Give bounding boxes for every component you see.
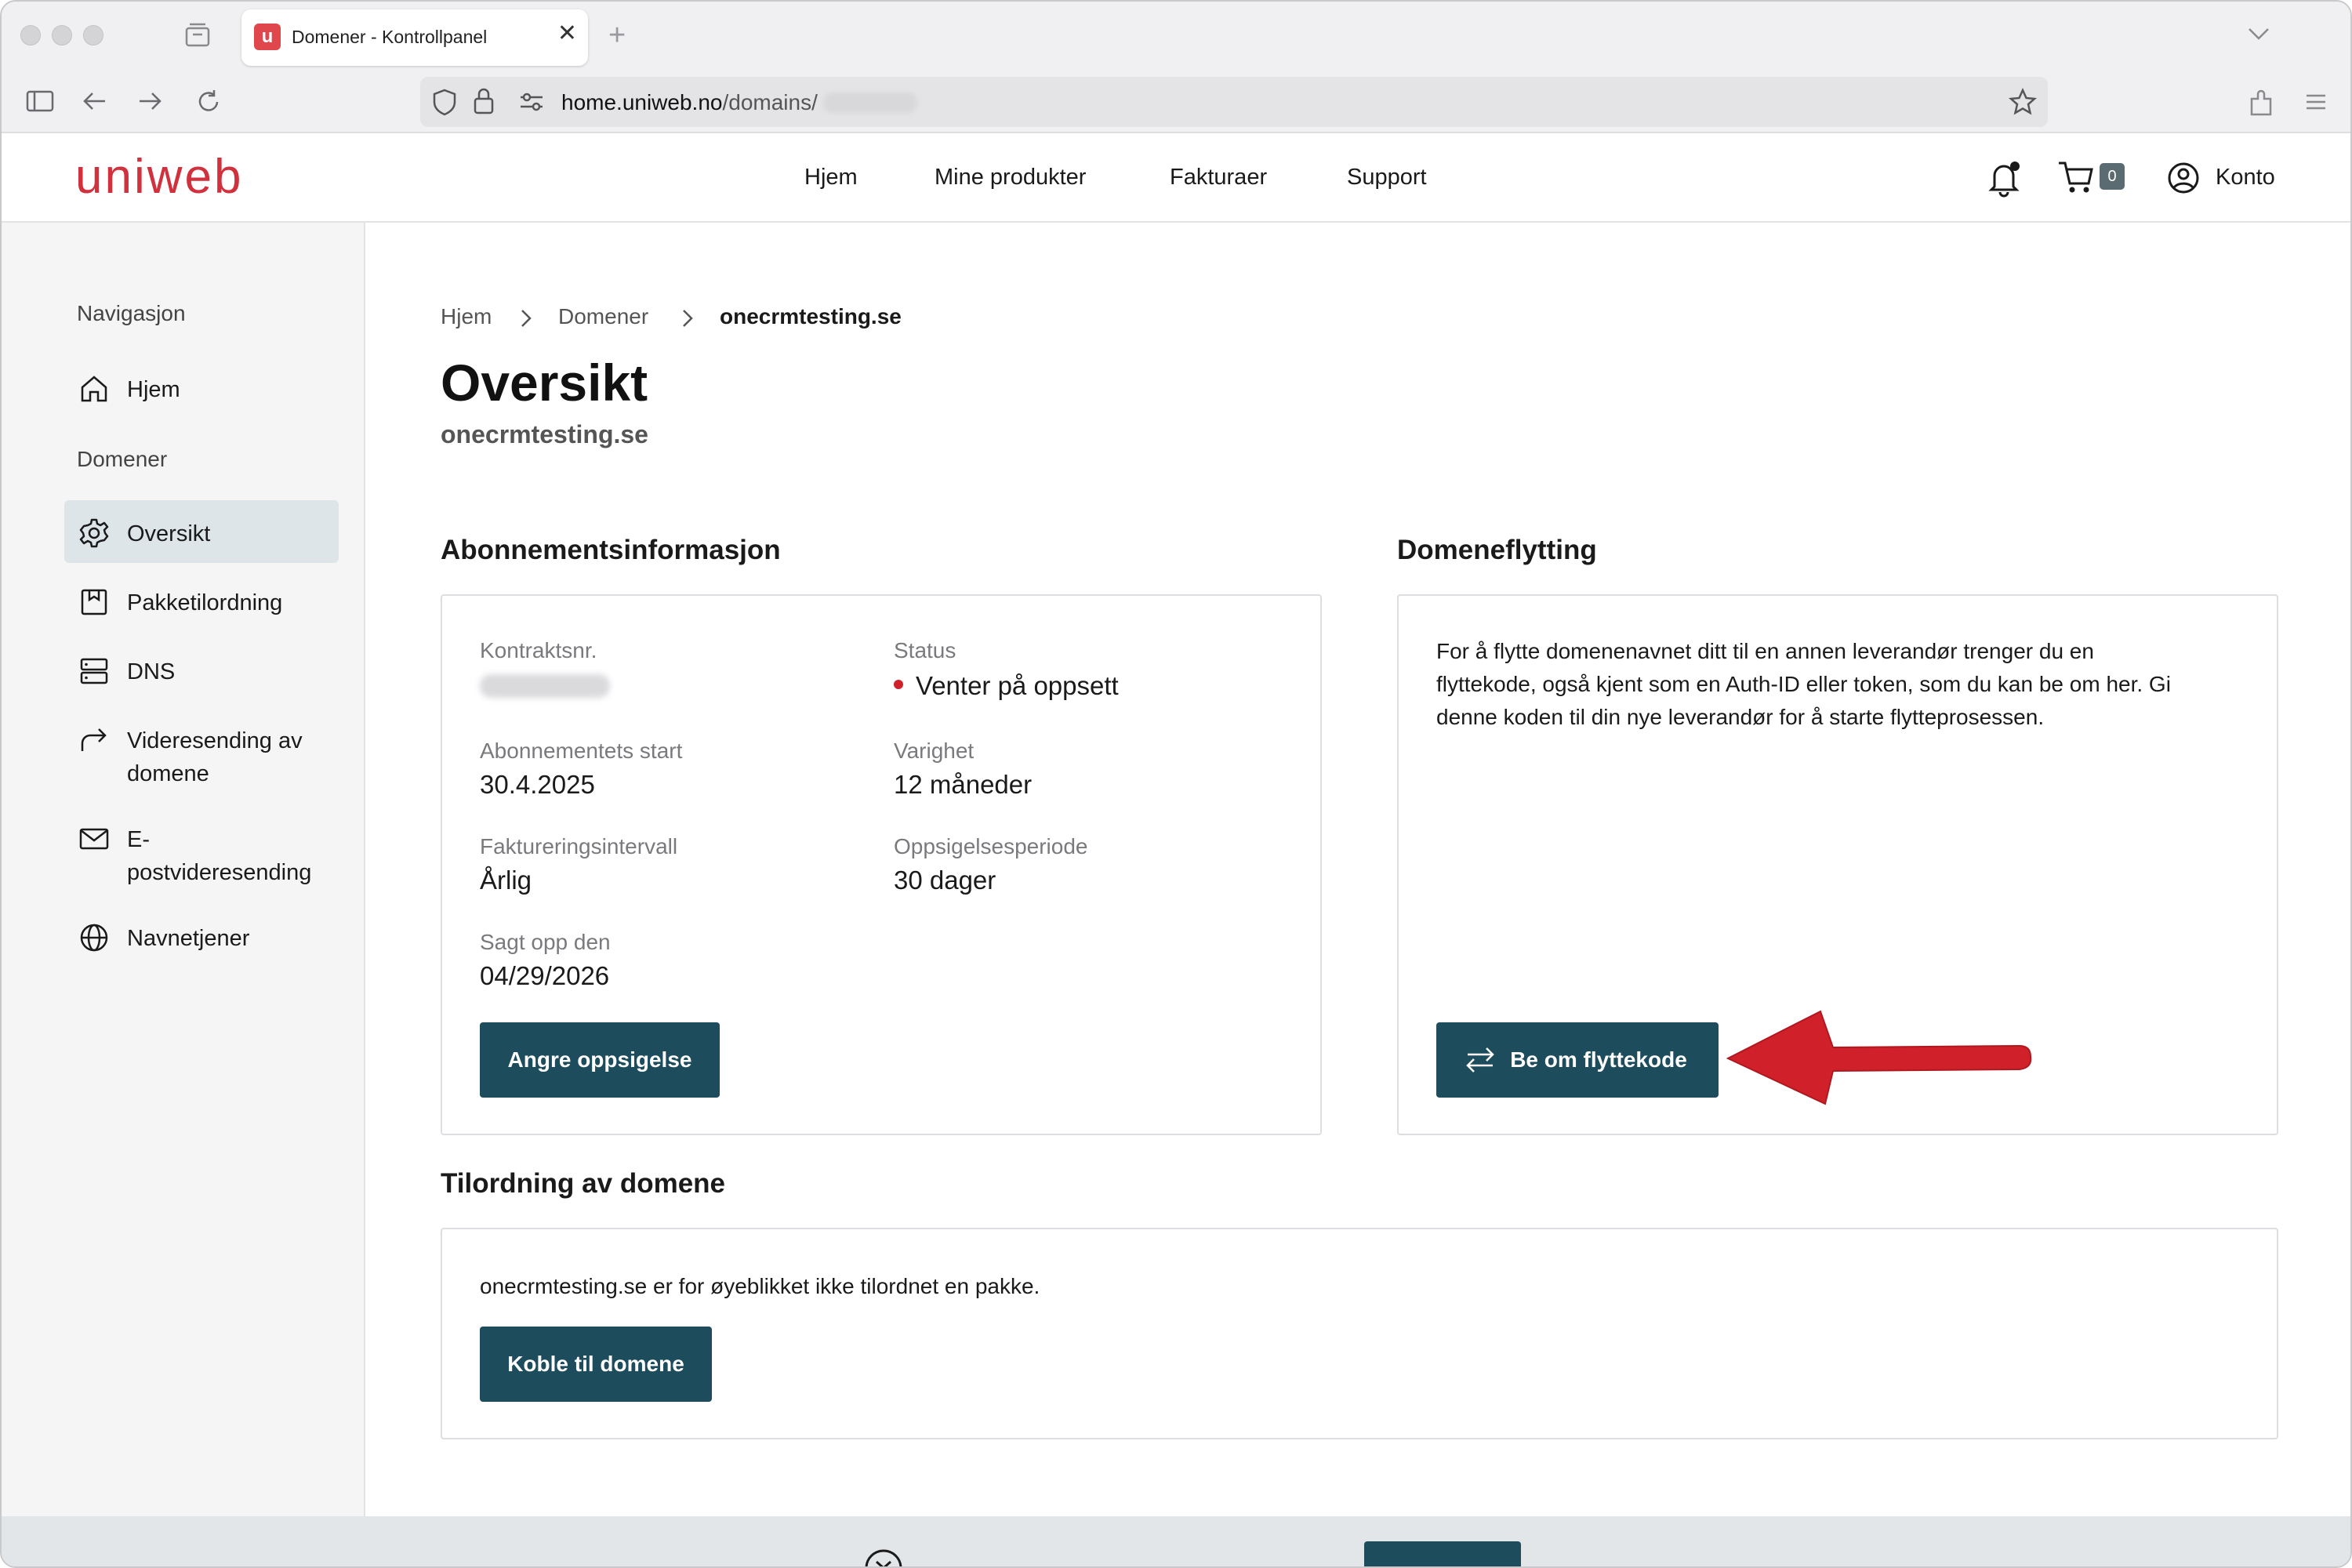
browser-tab-bar: u Domener - Kontrollpanel ✕ + — [2, 2, 2350, 71]
tune-icon[interactable] — [519, 91, 544, 113]
status-value: Venter på oppsett — [894, 671, 1119, 701]
close-window-button[interactable] — [20, 25, 41, 45]
sidebar-item-label: Pakketilordning — [127, 590, 283, 615]
chevron-right-icon — [683, 310, 693, 327]
notice-label: Oppsigelsesperiode — [894, 834, 1088, 858]
gear-icon — [79, 518, 109, 548]
extensions-icon[interactable] — [2247, 88, 2275, 118]
menu-icon[interactable] — [2302, 88, 2330, 116]
url-text[interactable]: home.uniweb.no/domains/ — [561, 90, 818, 115]
chat-circle-icon[interactable] — [864, 1544, 903, 1568]
package-icon — [81, 589, 107, 615]
sidebar-item-dns[interactable]: DNS — [64, 638, 339, 701]
page-title: Oversikt — [441, 354, 648, 412]
forward-arrow-icon — [81, 728, 107, 751]
account-label[interactable]: Konto — [2216, 165, 2275, 191]
connect-domain-button[interactable]: Koble til domene — [480, 1327, 712, 1402]
forward-icon[interactable] — [136, 88, 165, 114]
assignment-section-title: Tilordning av domene — [441, 1168, 726, 1199]
mail-icon — [79, 828, 109, 850]
contract-value-redacted — [480, 674, 610, 698]
minimize-window-button[interactable] — [52, 25, 72, 45]
transfer-description: For å flytte domenenavnet ditt til en an… — [1436, 639, 2171, 729]
account-icon[interactable] — [2167, 162, 2200, 194]
cart-count-badge: 0 — [2100, 163, 2125, 190]
breadcrumb-domains[interactable]: Domener — [558, 304, 648, 329]
close-icon[interactable]: ✕ — [557, 22, 577, 45]
assignment-card: onecrmtesting.se er for øyeblikket ikke … — [441, 1228, 2278, 1439]
zoom-window-button[interactable] — [83, 25, 103, 45]
bell-icon[interactable] — [1987, 158, 2021, 198]
reload-icon[interactable] — [194, 88, 223, 116]
red-arrow-annotation-icon — [1726, 1010, 2032, 1105]
sidebar: Navigasjon Hjem Domener Oversikt Pakketi… — [2, 223, 365, 1516]
subscription-section-title: Abonnementsinformasjon — [441, 535, 781, 565]
sidebar-item-overview[interactable]: Oversikt — [64, 500, 339, 563]
star-icon[interactable] — [2009, 88, 2037, 116]
topnav-support[interactable]: Support — [1347, 165, 1427, 191]
page-footer — [2, 1516, 2350, 1568]
footer-button[interactable] — [1364, 1541, 1521, 1566]
server-icon — [80, 658, 108, 684]
assignment-text: onecrmtesting.se er for øyeblikket ikke … — [480, 1274, 1040, 1298]
sidebar-item-label: Oversikt — [127, 521, 211, 546]
billing-value: Årlig — [480, 866, 532, 895]
sidebar-heading-navigation: Navigasjon — [77, 301, 186, 325]
browser-window: u Domener - Kontrollpanel ✕ + home.uniwe… — [0, 0, 2352, 1568]
contract-label: Kontraktsnr. — [480, 638, 597, 662]
lock-icon[interactable] — [472, 86, 495, 116]
duration-value: 12 måneder — [894, 770, 1033, 799]
uniweb-favicon-icon: u — [254, 24, 281, 50]
status-label: Status — [894, 638, 956, 662]
sidebar-item-domain-forwarding[interactable]: Videresending av domene — [64, 707, 339, 793]
sidebar-item-label: Videresending av domene — [127, 728, 303, 786]
subscription-card: Kontraktsnr. Status Venter på oppsett Ab… — [441, 594, 1322, 1135]
topnav-invoices[interactable]: Fakturaer — [1170, 165, 1267, 191]
home-icon — [81, 376, 107, 402]
start-value: 30.4.2025 — [480, 770, 595, 799]
undo-cancellation-button[interactable]: Angre oppsigelse — [480, 1022, 720, 1098]
start-label: Abonnementets start — [480, 739, 683, 763]
browser-tab-active[interactable]: u Domener - Kontrollpanel ✕ — [241, 9, 588, 66]
topnav-products[interactable]: Mine produkter — [935, 165, 1086, 191]
sidebar-item-label: Hjem — [127, 377, 180, 402]
chevron-down-icon[interactable] — [2247, 25, 2270, 42]
breadcrumb-current: onecrmtesting.se — [720, 304, 902, 328]
sidebar-item-email-forwarding[interactable]: E-postvideresending — [64, 806, 339, 892]
duration-label: Varighet — [894, 739, 975, 763]
sidebar-item-package[interactable]: Pakketilordning — [64, 569, 339, 632]
breadcrumb-home[interactable]: Hjem — [441, 304, 492, 329]
transfer-section-title: Domeneflytting — [1397, 535, 1597, 565]
sidebar-item-nameservers[interactable]: Navnetjener — [64, 905, 339, 967]
cart-icon[interactable] — [2057, 160, 2095, 194]
notice-value: 30 dager — [894, 866, 996, 895]
sidebar-toggle-icon[interactable] — [25, 88, 55, 114]
back-icon[interactable] — [80, 88, 108, 114]
topnav-home[interactable]: Hjem — [804, 165, 858, 191]
globe-icon — [80, 924, 108, 952]
request-transfer-code-label: Be om flyttekode — [1510, 1047, 1687, 1072]
request-transfer-code-button[interactable]: Be om flyttekode — [1436, 1022, 1719, 1098]
tab-title: Domener - Kontrollpanel — [292, 27, 488, 47]
address-bar[interactable]: home.uniweb.no/domains/ — [420, 77, 2048, 127]
sidebar-item-home[interactable]: Hjem — [64, 356, 339, 419]
new-tab-icon[interactable]: + — [608, 20, 626, 50]
swap-arrows-icon — [1466, 1047, 1494, 1073]
tab-overview-icon[interactable] — [183, 22, 212, 49]
sidebar-item-label: DNS — [127, 659, 176, 684]
sidebar-heading-domains: Domener — [77, 447, 168, 471]
chevron-right-icon — [521, 310, 532, 327]
shield-icon[interactable] — [431, 88, 458, 116]
uniweb-logo[interactable]: uniweb — [75, 149, 243, 205]
cancelled-value: 04/29/2026 — [480, 961, 610, 990]
status-dot — [894, 680, 903, 690]
billing-label: Faktureringsintervall — [480, 834, 678, 858]
page-subtitle: onecrmtesting.se — [441, 420, 648, 448]
url-redacted — [823, 93, 917, 113]
cancelled-label: Sagt opp den — [480, 930, 611, 954]
sidebar-item-label: Navnetjener — [127, 926, 250, 951]
sidebar-item-label: E-postvideresending — [127, 827, 312, 885]
